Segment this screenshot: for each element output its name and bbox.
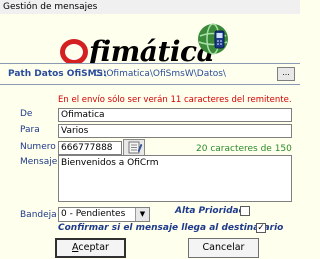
- path-value: C:\Ofimatica\OfiSmsW\Datos\: [94, 69, 226, 79]
- mensaje-label: Mensaje: [20, 157, 58, 167]
- cancel-button[interactable]: Cancelar: [188, 238, 259, 258]
- alta-prioridad-label: Alta Prioridad: [175, 206, 246, 216]
- char-counter: 20 caracteres de 150: [196, 144, 292, 154]
- bandeja-select[interactable]: 0 - Pendientes ▼: [58, 207, 150, 222]
- path-bar: Path Datos OfiSMS: C:\Ofimatica\OfiSmsW\…: [0, 63, 300, 85]
- address-book-icon: [128, 141, 143, 154]
- message-window: Gestión de mensajes fimática Path Datos …: [0, 0, 300, 259]
- contacts-button[interactable]: [123, 139, 145, 156]
- logo-o-ring: [60, 39, 88, 65]
- de-label: De: [20, 109, 33, 119]
- window-title: Gestión de mensajes: [0, 0, 300, 14]
- path-label: Path Datos OfiSMS:: [8, 69, 107, 79]
- confirmar-checkbox[interactable]: ✓: [256, 223, 266, 233]
- browse-button[interactable]: ...: [277, 67, 295, 81]
- header: fimática: [0, 14, 300, 66]
- alta-prioridad-checkbox[interactable]: [240, 206, 250, 216]
- aceptar-button[interactable]: Aceptar: [55, 238, 126, 258]
- bandeja-label: Bandeja: [20, 210, 57, 220]
- chevron-down-icon[interactable]: ▼: [135, 208, 149, 221]
- mensaje-textarea[interactable]: Bienvenidos a OfiCrm: [58, 155, 292, 202]
- globe-phone-icon: [198, 23, 228, 55]
- para-field[interactable]: Varios: [58, 124, 292, 138]
- de-field[interactable]: Ofimatica: [58, 108, 292, 122]
- para-label: Para: [20, 125, 40, 135]
- bandeja-value: 0 - Pendientes: [61, 209, 126, 219]
- sender-warning: En el envío sólo ser verán 11 caracteres…: [58, 95, 292, 105]
- numero-field[interactable]: 666777888: [58, 141, 122, 155]
- numero-label: Numero: [20, 142, 56, 152]
- confirmar-label: Confirmar si el mensaje llega al destina…: [58, 223, 284, 233]
- message-form: En el envío sólo ser verán 11 caracteres…: [0, 85, 300, 259]
- aceptar-label: ceptar: [78, 242, 109, 253]
